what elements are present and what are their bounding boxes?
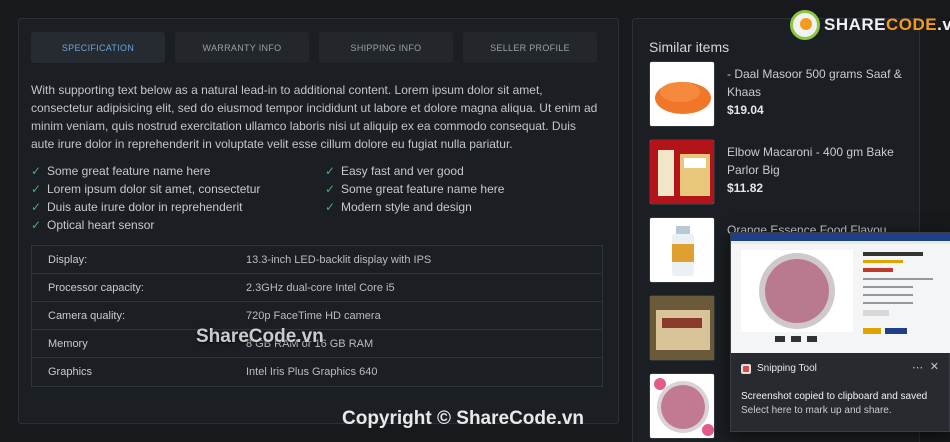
similar-items-title: Similar items [649, 39, 730, 55]
check-icon: ✓ [31, 200, 42, 214]
sharecode-logo: SHARECODE.vn [790, 10, 950, 40]
check-icon: ✓ [325, 164, 336, 178]
more-options-icon[interactable]: ⋯ [912, 361, 923, 374]
detail-tabs: SPECIFICATION WARRANTY INFO SHIPPING INF… [31, 32, 597, 63]
powder-thumbnail[interactable] [649, 373, 715, 439]
check-icon: ✓ [325, 200, 336, 214]
snipping-tool-notification[interactable]: Snipping Tool ⋯ ✕ Screenshot copied to c… [730, 232, 950, 432]
item-name[interactable]: Elbow Macaroni - 400 gm Bake Parlor Big [727, 143, 907, 179]
product-details-card: SPECIFICATION WARRANTY INFO SHIPPING INF… [18, 18, 619, 424]
check-icon: ✓ [31, 218, 42, 232]
check-icon: ✓ [31, 182, 42, 196]
tab-warranty-info[interactable]: WARRANTY INFO [175, 32, 309, 63]
list-item: ✓ Some great feature name here [31, 164, 211, 178]
bottle-thumbnail[interactable] [649, 217, 715, 283]
close-icon[interactable]: ✕ [930, 360, 939, 373]
logo-icon [790, 10, 820, 40]
similar-item[interactable]: Elbow Macaroni - 400 gm Bake Parlor Big … [649, 139, 909, 205]
similar-item[interactable]: - Daal Masoor 500 grams Saaf & Khaas $19… [649, 61, 909, 127]
description-text: With supporting text below as a natural … [31, 83, 598, 151]
package-thumbnail[interactable] [649, 295, 715, 361]
watermark-text: ShareCode.vn [196, 326, 324, 347]
spec-table: Display: 13.3-inch LED-backlit display wi… [31, 245, 603, 387]
check-icon: ✓ [31, 164, 42, 178]
list-item: ✓ Lorem ipsum dolor sit amet, consectetur [31, 182, 261, 196]
preview-content [741, 250, 933, 342]
toast-subtext: Select here to mark up and share. [741, 405, 892, 416]
lentils-thumbnail[interactable] [649, 61, 715, 127]
list-item: ✓ Optical heart sensor [31, 218, 155, 232]
check-icon: ✓ [325, 182, 336, 196]
list-item: ✓ Duis aute irure dolor in reprehenderit [31, 200, 243, 214]
feature-list: ✓ Some great feature name here ✓ Easy fast… [31, 162, 611, 234]
snipping-tool-icon [741, 363, 751, 374]
screenshot-preview[interactable] [731, 233, 950, 353]
list-item: ✓ Modern style and design [325, 200, 472, 214]
toast-app-label: Snipping Tool [741, 363, 817, 374]
table-row: Processor capacity: 2.3GHz dual-core Inte… [32, 274, 602, 302]
item-name[interactable]: - Daal Masoor 500 grams Saaf & Khaas [727, 65, 907, 101]
macaroni-thumbnail[interactable] [649, 139, 715, 205]
item-price: $11.82 [727, 181, 764, 195]
table-row: Display: 13.3-inch LED-backlit display wi… [32, 246, 602, 274]
tab-seller-profile[interactable]: SELLER PROFILE [463, 32, 597, 63]
toast-message: Screenshot copied to clipboard and saved [741, 391, 928, 402]
tab-specification[interactable]: SPECIFICATION [31, 32, 165, 63]
copyright-text: Copyright © ShareCode.vn [342, 408, 585, 429]
tab-shipping-info[interactable]: SHIPPING INFO [319, 32, 453, 63]
list-item: ✓ Easy fast and ver good [325, 164, 464, 178]
table-row: Graphics Intel Iris Plus Graphics 640 [48, 366, 378, 378]
list-item: ✓ Some great feature name here [325, 182, 505, 196]
item-price: $19.04 [727, 103, 764, 117]
